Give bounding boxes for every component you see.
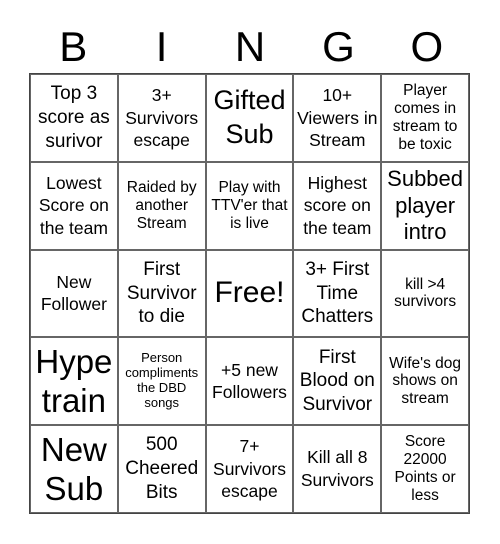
cell-text: kill >4 survivors — [394, 275, 457, 311]
cell-text: Top 3 score as surivor — [37, 83, 110, 152]
bingo-cell[interactable]: Wife's dog shows on stream — [381, 337, 469, 426]
bingo-grid: Top 3 score as surivor 3+ Survivors esca… — [29, 73, 470, 514]
bingo-cell[interactable]: 3+ First Time Chatters — [293, 249, 382, 338]
cell-text: 3+ First Time Chatters — [301, 258, 374, 328]
cell-text: First Survivor to die — [126, 258, 197, 328]
cell-text: Subbed player intro — [387, 166, 464, 244]
header-letter-b: B — [59, 23, 88, 70]
cell-text: Lowest Score on the team — [38, 172, 109, 239]
bingo-cell[interactable]: First Blood on Survivor — [293, 337, 382, 426]
cell-text: 10+ Viewers in Stream — [297, 84, 378, 151]
bingo-cell[interactable]: Play with TTV'er that is live — [205, 161, 294, 250]
bingo-cell[interactable]: Player comes in stream to be toxic — [381, 74, 469, 162]
bingo-cell[interactable]: Gifted Sub — [205, 74, 294, 162]
bingo-cell[interactable]: Kill all 8 Survivors — [293, 425, 382, 513]
free-space[interactable]: Free! — [205, 249, 294, 338]
header-letter-i: I — [155, 23, 168, 70]
bingo-cell[interactable]: New Sub — [30, 425, 118, 513]
cell-text: Person compliments the DBD songs — [125, 350, 199, 411]
bingo-cell[interactable]: Person compliments the DBD songs — [117, 337, 206, 426]
bingo-cell[interactable]: 10+ Viewers in Stream — [293, 74, 382, 162]
bingo-cell[interactable]: Score 22000 Points or less — [381, 425, 469, 513]
cell-text: Hype train — [35, 342, 113, 420]
bingo-cell[interactable]: +5 new Followers — [205, 337, 294, 426]
bingo-cell[interactable]: Top 3 score as surivor — [30, 74, 118, 162]
header-letter-n: N — [234, 23, 266, 70]
cell-text: First Blood on Survivor — [299, 346, 375, 416]
cell-text: Play with TTV'er that is live — [211, 178, 288, 232]
cell-text: 500 Cheered Bits — [125, 434, 199, 503]
cell-text: +5 new Followers — [212, 359, 287, 403]
bingo-cell[interactable]: 3+ Survivors escape — [117, 74, 206, 162]
header-letter-g: G — [322, 23, 355, 70]
bingo-header: B I N G O — [29, 22, 471, 72]
cell-text: Raided by another Stream — [126, 178, 197, 232]
bingo-cell[interactable]: Raided by another Stream — [117, 161, 206, 250]
cell-text: New Sub — [40, 430, 107, 508]
cell-text: Kill all 8 Survivors — [300, 447, 374, 491]
cell-text: 3+ Survivors escape — [125, 84, 199, 151]
cell-text: Wife's dog shows on stream — [389, 354, 462, 408]
bingo-cell[interactable]: kill >4 survivors — [381, 249, 469, 338]
header-letter-o: O — [410, 23, 444, 70]
cell-text: Highest score on the team — [303, 172, 372, 239]
bingo-cell[interactable]: Hype train — [30, 337, 118, 426]
bingo-cell[interactable]: First Survivor to die — [117, 249, 206, 338]
bingo-cell[interactable]: New Follower — [30, 249, 118, 338]
cell-text: Player comes in stream to be toxic — [392, 82, 458, 153]
bingo-cell[interactable]: Highest score on the team — [293, 161, 382, 250]
bingo-cell[interactable]: 7+ Survivors escape — [205, 425, 294, 513]
cell-text: 7+ Survivors escape — [213, 435, 286, 502]
cell-text: Gifted Sub — [213, 85, 286, 149]
cell-text: New Follower — [40, 271, 107, 315]
bingo-cell[interactable]: 500 Cheered Bits — [117, 425, 206, 513]
free-space-text: Free! — [214, 276, 285, 310]
bingo-cell[interactable]: Subbed player intro — [381, 161, 469, 250]
bingo-cell[interactable]: Lowest Score on the team — [30, 161, 118, 250]
cell-text: Score 22000 Points or less — [394, 433, 456, 504]
